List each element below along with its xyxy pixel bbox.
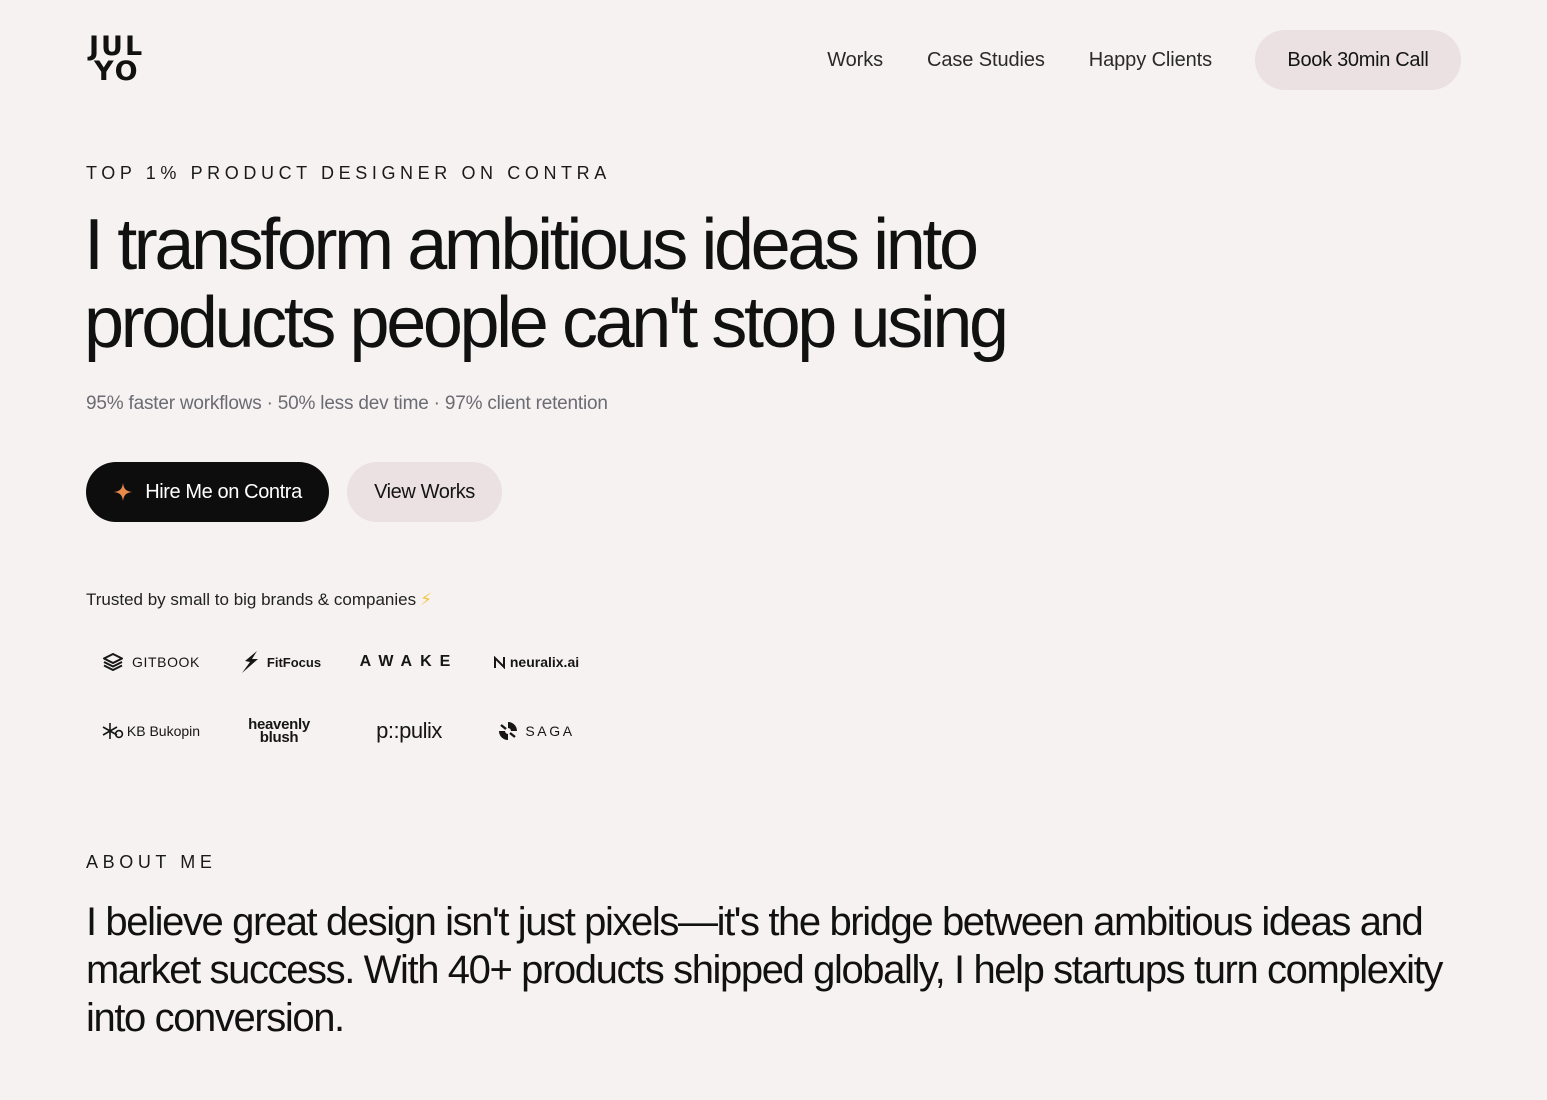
- lightning-icon: ⚡: [420, 590, 433, 609]
- nav-link-works[interactable]: Works: [827, 49, 883, 72]
- asterisk-mark-icon: [102, 723, 124, 739]
- brand-logo-kb-bukopin: KB Bukopin: [86, 709, 216, 753]
- landing-page: JUL YO Works Case Studies Happy Clients …: [0, 0, 1547, 1100]
- populix-wordmark: p::pulix: [376, 718, 442, 743]
- hire-me-button[interactable]: Hire Me on Contra: [86, 462, 329, 522]
- n-mark-icon: [493, 655, 505, 669]
- heavenly-blush-wordmark: heavenly blush: [248, 717, 310, 745]
- trusted-label: Trusted by small to big brands & compani…: [86, 590, 432, 610]
- brand-logo-awake: AWAKE: [354, 640, 464, 684]
- about-eyebrow: ABOUT ME: [86, 852, 217, 872]
- hire-me-label: Hire Me on Contra: [145, 480, 302, 503]
- hero-cta-row: Hire Me on Contra View Works: [86, 462, 502, 522]
- nav-link-case-studies[interactable]: Case Studies: [927, 49, 1045, 72]
- brand-logo-heavenly-blush: heavenly blush: [234, 709, 324, 753]
- gitbook-book-icon: [103, 653, 123, 671]
- book-call-button[interactable]: Book 30min Call: [1255, 30, 1461, 90]
- saga-wordmark: SAGA: [525, 723, 575, 739]
- sparkle-icon: [114, 483, 133, 501]
- trusted-text: Trusted by small to big brands & compani…: [86, 590, 417, 609]
- hero-eyebrow: TOP 1% PRODUCT DESIGNER ON CONTRA: [86, 163, 611, 183]
- nav-link-happy-clients[interactable]: Happy Clients: [1089, 49, 1212, 72]
- lightning-leaf-icon: [241, 651, 258, 673]
- top-navigation: Works Case Studies Happy Clients Book 30…: [827, 30, 1461, 90]
- view-works-button[interactable]: View Works: [347, 462, 502, 522]
- kb-bukopin-wordmark: KB Bukopin: [126, 723, 201, 739]
- hero-stats: 95% faster workflows · 50% less dev time…: [86, 393, 608, 414]
- brand-logo-fitfocus: FitFocus: [234, 640, 324, 684]
- about-paragraph: I believe great design isn't just pixels…: [86, 900, 1443, 1040]
- hero-headline: I transform ambitious ideas into product…: [84, 205, 1009, 363]
- julyo-logo[interactable]: JUL YO: [89, 33, 153, 87]
- neuralix-wordmark: neuralix.ai: [509, 654, 580, 670]
- swirl-icon: [499, 722, 518, 740]
- brand-logo-gitbook: GITBOOK: [86, 640, 216, 684]
- brand-logo-neuralix: neuralix.ai: [486, 640, 586, 684]
- awake-wordmark: AWAKE: [359, 653, 459, 670]
- brand-logo-saga: SAGA: [486, 709, 586, 753]
- gitbook-wordmark: GITBOOK: [132, 654, 200, 670]
- fitfocus-wordmark: FitFocus: [266, 654, 322, 670]
- brand-logo-populix: p::pulix: [354, 709, 464, 753]
- logo-line-2: YO: [94, 56, 140, 87]
